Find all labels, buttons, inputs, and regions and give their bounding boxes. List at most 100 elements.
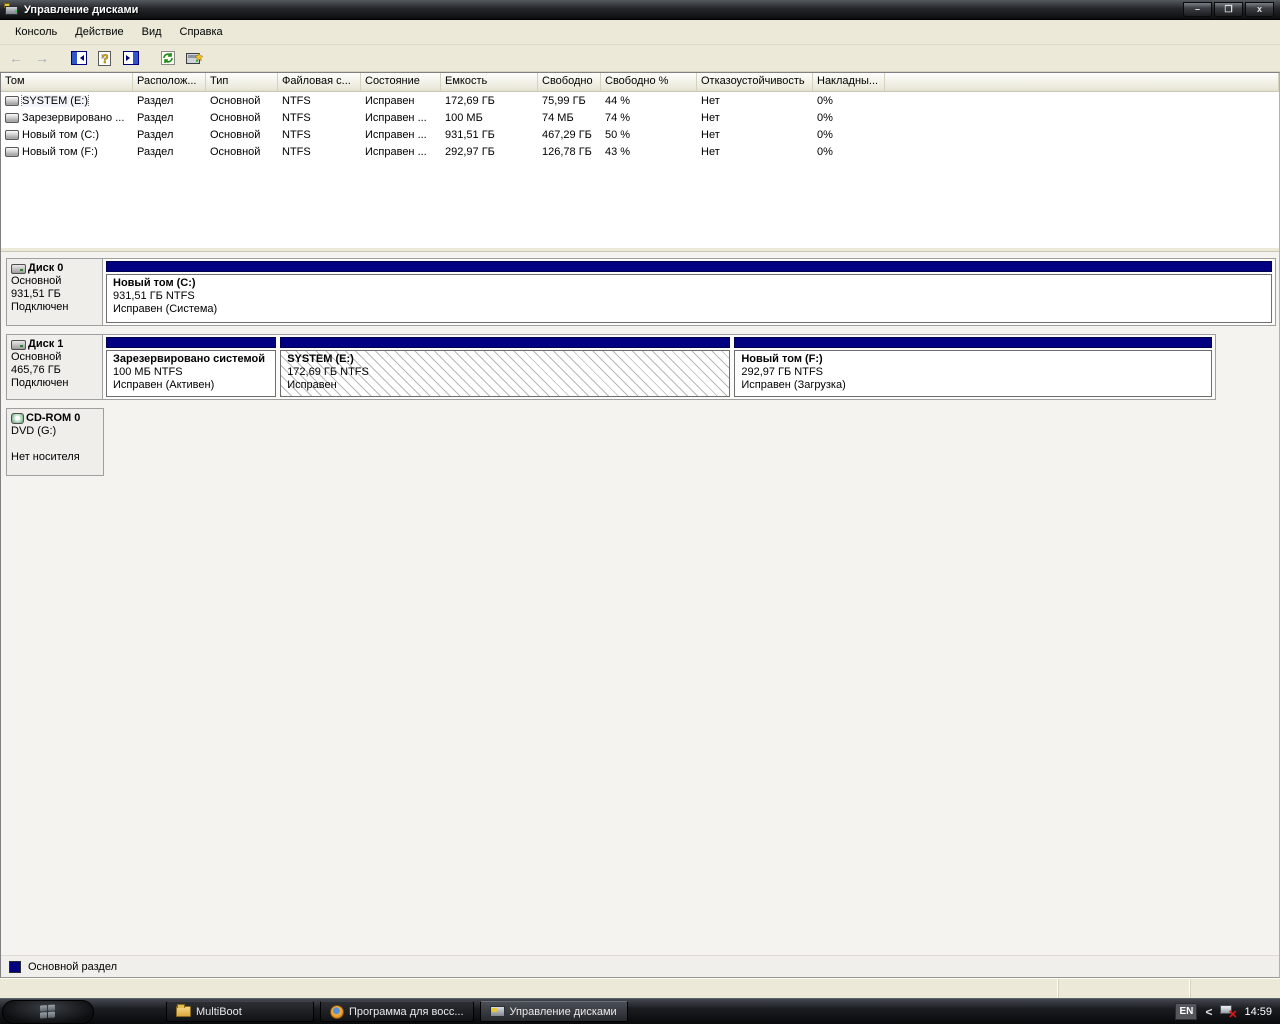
primary-partition-swatch <box>9 960 21 973</box>
disk0-label-panel[interactable]: Диск 0 Основной 931,51 ГБ Подключен <box>7 259 103 325</box>
titlebar[interactable]: Управление дисками – ❐ x <box>0 0 1280 20</box>
clock[interactable]: 14:59 <box>1244 1006 1272 1018</box>
toolbar: ← → ? <box>0 45 1280 72</box>
menu-action[interactable]: Действие <box>66 23 132 41</box>
cdrom-row: CD-ROM 0 DVD (G:) Нет носителя <box>6 408 104 476</box>
taskbar-button-program[interactable]: Программа для восс... <box>320 1001 474 1022</box>
partition-color-strip <box>280 337 731 348</box>
disk-management-app-icon <box>4 2 20 17</box>
volume-overhead: 0% <box>817 145 833 158</box>
taskbar-button-multiboot[interactable]: MultiBoot <box>166 1001 314 1022</box>
selected-partition-body: SYSTEM (E:) 172,69 ГБ NTFS Исправен <box>280 350 731 397</box>
volume-icon <box>5 112 19 123</box>
disk-size: 931,51 ГБ <box>11 288 61 300</box>
partition-name: Новый том (C:) <box>113 277 196 289</box>
partition-status: Исправен (Загрузка) <box>741 379 846 391</box>
volume-icon <box>5 146 19 157</box>
menu-view[interactable]: Вид <box>133 23 171 41</box>
forward-icon[interactable]: → <box>30 47 54 69</box>
partition-f[interactable]: Новый том (F:) 292,97 ГБ NTFS Исправен (… <box>734 337 1212 397</box>
partition-size: 100 МБ NTFS <box>113 366 183 378</box>
show-action-pane-icon[interactable] <box>119 47 143 69</box>
table-row[interactable]: Зарезервировано ... Раздел Основной NTFS… <box>1 109 1279 126</box>
volume-name: Новый том (C:) <box>22 128 99 141</box>
disk1-label-panel[interactable]: Диск 1 Основной 465,76 ГБ Подключен <box>7 335 103 399</box>
volume-fault-tolerance: Нет <box>701 128 720 141</box>
table-row[interactable]: SYSTEM (E:) Раздел Основной NTFS Исправе… <box>1 92 1279 109</box>
disk-management-window: Управление дисками – ❐ x Консоль Действи… <box>0 0 1280 998</box>
partition-size: 931,51 ГБ NTFS <box>113 290 195 302</box>
volume-free-pct: 50 % <box>605 128 631 141</box>
disk-icon <box>11 339 26 350</box>
volume-overhead: 0% <box>817 111 833 124</box>
restore-button[interactable]: ❐ <box>1214 2 1243 17</box>
volume-fault-tolerance: Нет <box>701 145 720 158</box>
column-header-overhead[interactable]: Накладны... <box>813 73 885 92</box>
partition-system-reserved[interactable]: Зарезервировано системой 100 МБ NTFS Исп… <box>106 337 277 397</box>
language-indicator[interactable]: EN <box>1175 1003 1198 1020</box>
partition-status: Исправен (Активен) <box>113 379 215 391</box>
table-row[interactable]: Новый том (F:) Раздел Основной NTFS Испр… <box>1 143 1279 160</box>
task-label: Программа для восс... <box>349 1005 464 1018</box>
volume-overhead: 0% <box>817 94 833 107</box>
column-header-volume[interactable]: Том <box>1 73 133 92</box>
help-icon[interactable]: ? <box>93 47 117 69</box>
console-content: Том Располож... Тип Файловая с... Состоя… <box>0 72 1280 978</box>
partition-status: Исправен (Система) <box>113 303 218 315</box>
close-button[interactable]: x <box>1245 2 1274 17</box>
network-disconnected-icon[interactable]: ✕ <box>1220 1005 1237 1021</box>
disk-icon <box>11 263 26 274</box>
volume-list-header: Том Располож... Тип Файловая с... Состоя… <box>1 73 1279 92</box>
volume-layout: Раздел <box>137 128 174 141</box>
rescan-disks-icon[interactable] <box>182 47 206 69</box>
volume-icon <box>5 129 19 140</box>
cdrom-drive-letter: DVD (G:) <box>11 425 57 437</box>
status-bar <box>0 978 1280 998</box>
partition-color-strip <box>106 261 1272 272</box>
volume-list: Том Располож... Тип Файловая с... Состоя… <box>1 73 1279 247</box>
disk-name: Диск 0 <box>28 262 64 274</box>
volume-type: Основной <box>210 111 261 124</box>
volume-free-pct: 74 % <box>605 111 631 124</box>
disk-row-0: Диск 0 Основной 931,51 ГБ Подключен Новы… <box>6 258 1276 326</box>
cdrom-label-panel[interactable]: CD-ROM 0 DVD (G:) Нет носителя <box>7 409 103 475</box>
menu-console[interactable]: Консоль <box>6 23 66 41</box>
tray-expand-chevron[interactable]: < <box>1205 1005 1212 1019</box>
partition-size: 292,97 ГБ NTFS <box>741 366 824 378</box>
system-tray: EN < ✕ 14:59 <box>1175 1003 1280 1021</box>
menu-bar: Консоль Действие Вид Справка <box>0 20 1280 45</box>
column-header-layout[interactable]: Располож... <box>133 73 206 92</box>
volume-capacity: 292,97 ГБ <box>445 145 495 158</box>
partition-c[interactable]: Новый том (C:) 931,51 ГБ NTFS Исправен (… <box>106 261 1272 323</box>
task-label: MultiBoot <box>196 1005 242 1018</box>
volume-capacity: 931,51 ГБ <box>445 128 495 141</box>
column-header-fault-tolerance[interactable]: Отказоустойчивость <box>697 73 813 92</box>
volume-layout: Раздел <box>137 111 174 124</box>
volume-overhead: 0% <box>817 128 833 141</box>
disk-status: Подключен <box>11 301 69 313</box>
back-icon[interactable]: ← <box>4 47 28 69</box>
column-header-capacity[interactable]: Емкость <box>441 73 538 92</box>
refresh-icon[interactable] <box>156 47 180 69</box>
show-console-tree-icon[interactable] <box>67 47 91 69</box>
taskbar-button-disk-management[interactable]: Управление дисками <box>479 1001 628 1022</box>
partition-status: Исправен <box>287 379 337 391</box>
column-header-filesystem[interactable]: Файловая с... <box>278 73 361 92</box>
column-header-free-pct[interactable]: Свободно % <box>601 73 697 92</box>
volume-icon <box>5 95 19 106</box>
start-button[interactable] <box>2 1000 94 1024</box>
column-header-status[interactable]: Состояние <box>361 73 441 92</box>
partition-color-strip <box>106 337 277 348</box>
partition-system-e[interactable]: SYSTEM (E:) 172,69 ГБ NTFS Исправен <box>280 337 731 397</box>
column-header-type[interactable]: Тип <box>206 73 278 92</box>
menu-help[interactable]: Справка <box>171 23 232 41</box>
volume-status: Исправен <box>365 94 415 107</box>
minimize-button[interactable]: – <box>1183 2 1212 17</box>
disk-type: Основной <box>11 275 62 287</box>
volume-layout: Раздел <box>137 145 174 158</box>
disk-size: 465,76 ГБ <box>11 364 61 376</box>
volume-name: SYSTEM (E:) <box>20 94 90 107</box>
column-header-free[interactable]: Свободно <box>538 73 601 92</box>
volume-filesystem: NTFS <box>282 128 311 141</box>
table-row[interactable]: Новый том (C:) Раздел Основной NTFS Испр… <box>1 126 1279 143</box>
